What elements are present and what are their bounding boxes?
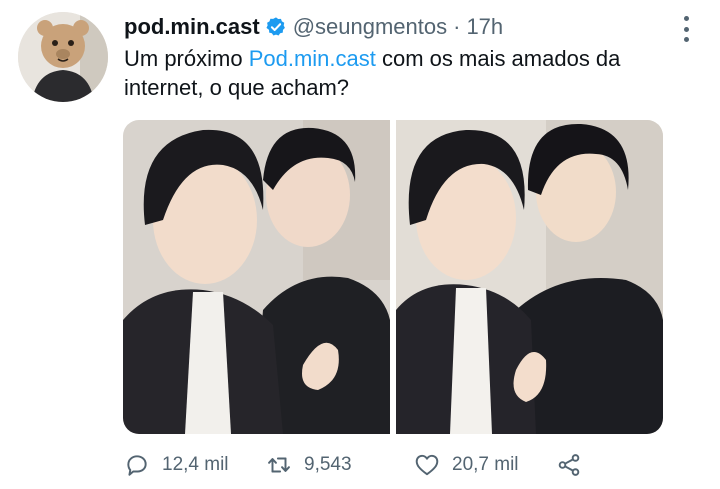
reply-button[interactable]: 12,4 mil — [124, 448, 229, 482]
display-name[interactable]: pod.min.cast — [124, 14, 260, 40]
reply-count: 12,4 mil — [162, 454, 229, 475]
reply-icon — [127, 455, 147, 476]
timestamp[interactable]: 17h — [466, 14, 503, 40]
verified-badge-icon — [266, 17, 285, 36]
media-grid — [123, 120, 663, 434]
retweet-button[interactable]: 9,543 — [266, 448, 352, 482]
mention-link[interactable]: Pod.min.cast — [249, 46, 376, 71]
like-count: 20,7 mil — [452, 454, 519, 475]
heart-icon — [415, 454, 439, 476]
handle[interactable]: @seungmentos — [293, 14, 447, 40]
avatar[interactable] — [18, 12, 108, 102]
tweet-text-before: Um próximo — [124, 46, 249, 71]
share-icon — [558, 454, 580, 476]
like-button[interactable]: 20,7 mil — [414, 448, 519, 482]
retweet-icon — [268, 457, 290, 473]
retweet-count: 9,543 — [304, 454, 352, 475]
tweet-photo-1[interactable] — [123, 120, 390, 434]
share-button[interactable] — [556, 448, 594, 482]
more-vertical-icon[interactable] — [682, 16, 690, 42]
tweet-actions: 12,4 mil 9,543 20,7 mil — [124, 448, 604, 482]
tweet-text: Um próximo Pod.min.cast com os mais amad… — [124, 44, 694, 102]
tweet-photo-2[interactable] — [396, 120, 663, 434]
separator: · — [453, 14, 461, 39]
tweet-header: pod.min.cast @seungmentos · 17h — [124, 14, 680, 40]
